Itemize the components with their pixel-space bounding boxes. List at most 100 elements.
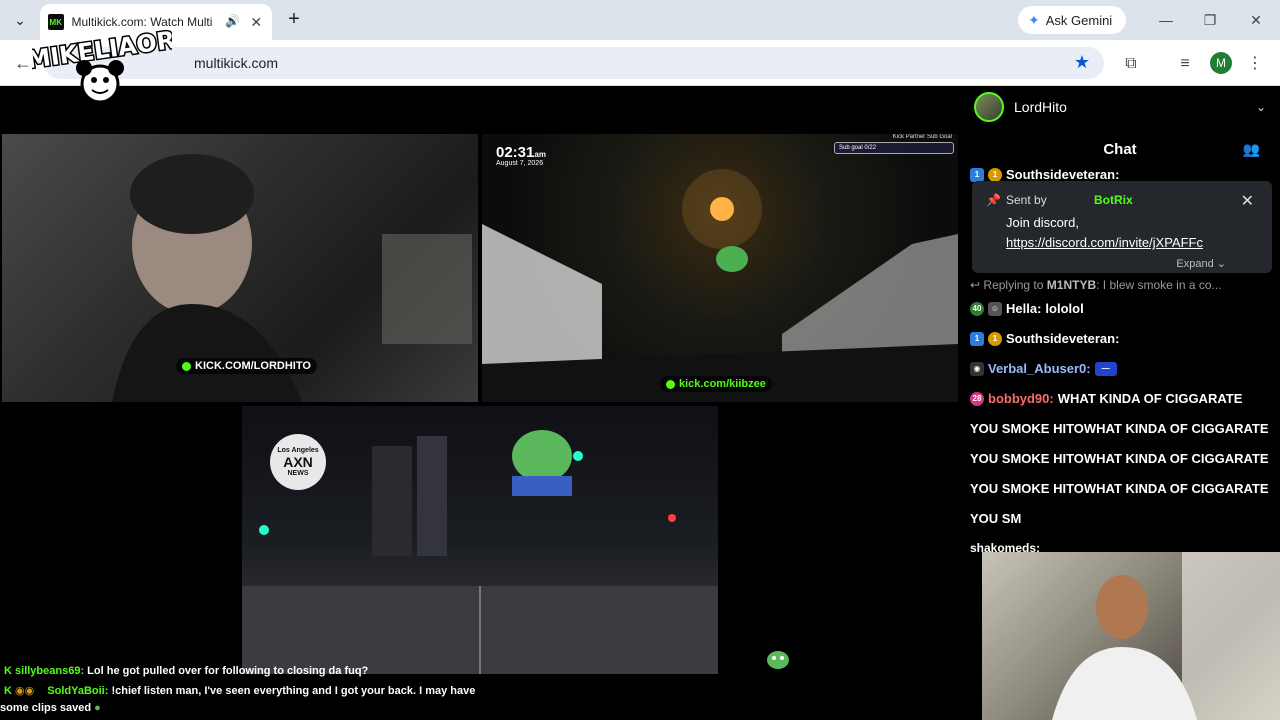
expand-label: Expand [1176,258,1214,270]
close-window-button[interactable]: ✕ [1242,8,1270,32]
chat-message: 1 1 Southsideveteran: [970,167,1119,182]
overlay-chat-username: sillybeans69: [15,665,85,677]
chat-message: 28 bobbyd90: WHAT KINDA OF CIGGARATE [970,391,1242,406]
pinned-username[interactable]: BotRix [1094,193,1133,207]
sub-badge-icon: 28 [970,391,984,406]
sub-goal-bar: Sub goal 0/22 [834,142,954,154]
emote-badge-icon: ☺ [988,301,1002,316]
chat-text-line: YOU SM [970,511,1022,526]
expand-button[interactable]: Expand ⌄ [1176,257,1226,270]
clock-time: 02:31 [496,144,535,161]
sub-badge-icon: 1 [970,167,984,182]
chat-message: ◉ Verbal_Abuser0: — [970,361,1117,376]
address-bar[interactable]: multikick.com ★ [44,47,1104,79]
ask-gemini-button[interactable]: ✦ Ask Gemini [1018,6,1126,34]
pinned-sent-by: Sent by [1006,193,1047,207]
more-menu-icon[interactable]: ⋮ [1244,53,1266,75]
extensions-icon[interactable]: ⧉ [1120,53,1142,75]
url-text[interactable]: multikick.com [194,55,278,71]
stream-date: August 7, 2026 [496,160,544,167]
chat-text-line: YOU SMOKE HITOWHAT KINDA OF CIGGARATE [970,481,1269,496]
overlay-chat-message: K sillybeans69: Lol he got pulled over f… [4,665,368,677]
overlay-chat-username: SoldYaBoii: [47,685,109,697]
profile-avatar[interactable]: M [1210,52,1232,74]
overlay-chat-text: !chief listen man, I've seen everything … [111,685,476,697]
gift-badge-icon: 1 [988,331,1002,346]
kick-channel-tag: KICK.COM/LORDHITO [176,358,317,374]
chat-text-line: YOU SMOKE HITOWHAT KINDA OF CIGGARATE [970,421,1269,436]
stream-video-kiibzee[interactable]: 02:31am August 7, 2026 Kick Partner Sub … [482,134,958,402]
browser-toolbar: ← multikick.com ★ ⧉ ≡ ⋮ [0,40,1280,86]
overlay-chat-message: K ◉◉ SoldYaBoii: !chief listen man, I've… [4,684,475,697]
pepe-emote-icon: ● [94,702,101,714]
sub-badge-icon: 40 [970,301,984,316]
gift-badge-icon: 1 [988,167,1002,182]
chat-title: Chat [1103,141,1137,158]
chat-username[interactable]: Southsideveteran: [1006,167,1119,182]
stream-clock: 02:31am [496,144,546,161]
reply-arrow-icon: ↩ [970,278,981,292]
kick-channel-tag: kick.com/kiibzee [660,376,772,392]
chat-username[interactable]: Verbal_Abuser0: [988,361,1091,376]
ask-gemini-label: Ask Gemini [1045,12,1113,28]
bookmark-star-icon[interactable]: ★ [1074,52,1090,73]
badges-icon: ◉◉ [15,685,35,697]
media-controls-icon[interactable]: ≡ [1174,53,1196,75]
close-icon[interactable]: ✕ [1241,191,1254,211]
chevron-down-icon[interactable]: ⌄ [1256,100,1266,114]
night-drive-scene-icon [482,169,958,402]
channel-header[interactable]: LordHito ⌄ [960,87,1280,127]
overlay-chat-text: Lol he got pulled over for following to … [87,665,369,677]
users-icon[interactable]: 👥 [1243,141,1260,158]
overlay-chat-message: some clips saved ● [0,702,101,714]
user-avatar-icon: ◉ [970,361,984,376]
sub-badge-icon: 1 [970,331,984,346]
mikeliaor-logo-icon: MIKELIAOR [32,24,172,104]
kick-logo-icon: K [4,665,12,677]
chat-username[interactable]: bobbyd90: [988,391,1054,406]
overlay-chat-text: some clips saved [0,702,92,714]
kick-channel-tag-text: KICK.COM/LORDHITO [195,360,311,372]
reply-text: : I blew smoke in a co... [1096,278,1222,292]
pinned-message: 📌 Sent by BotRix ✕ Join discord, https:/… [972,181,1272,273]
pepe-emote-icon [767,651,789,669]
channel-name: LordHito [1014,99,1067,115]
tab-bar: ⌄ MK Multikick.com: Watch Multi 🔊 ✕ + ✦ … [0,0,1280,40]
axn-news-logo-icon: Los Angeles AXN NEWS [270,434,326,490]
chat-text: WHAT KINDA OF CIGGARATE [1057,391,1243,406]
flag-emote-icon: — [1094,361,1117,376]
minimize-button[interactable]: — [1152,8,1180,32]
pinned-link[interactable]: https://discord.com/invite/jXPAFFc [1006,235,1203,250]
kick-logo-icon [182,361,191,371]
stream-video-axn-news[interactable]: Los Angeles AXN NEWS [242,406,718,674]
webcam-overlay [982,552,1280,720]
pinned-text: Join discord, [1006,215,1079,230]
kick-logo-icon [666,379,675,389]
chat-username[interactable]: Southsideveteran: [1006,331,1119,346]
news-logo-top: Los Angeles [277,447,319,454]
gemini-sparkle-icon: ✦ [1028,11,1040,28]
new-tab-button[interactable]: + [282,8,306,32]
news-logo-mid: AXN [283,454,313,470]
sub-goal-title: Kick Partner Sub Goal [892,134,952,140]
chat-username[interactable]: Hella: [1006,301,1041,316]
kick-channel-tag-text: kick.com/kiibzee [679,378,766,390]
clock-ampm: am [534,150,546,159]
close-tab-icon[interactable]: ✕ [248,14,264,30]
reply-username: M1NTYB [1046,278,1097,292]
stream-video-lordhito[interactable]: KICK.COM/LORDHITO [2,134,478,402]
speaker-icon[interactable]: 🔊 [225,14,241,30]
news-logo-bottom: NEWS [287,470,309,477]
reply-prefix: Replying to [983,278,1044,292]
restore-button[interactable]: ❐ [1196,8,1224,32]
pin-icon: 📌 [986,193,1001,207]
chat-message: 1 1 Southsideveteran: [970,331,1119,346]
tab-search-button[interactable]: ⌄ [8,8,32,32]
chat-text: lololol [1045,301,1084,316]
webcam-person-icon [1052,552,1280,720]
reply-context[interactable]: ↩ Replying to M1NTYB: I blew smoke in a … [970,278,1222,292]
kick-logo-icon: K [4,685,12,697]
chat-text-line: YOU SMOKE HITOWHAT KINDA OF CIGGARATE [970,451,1269,466]
chat-message: 40 ☺ Hella: lololol [970,301,1084,316]
channel-avatar [974,92,1004,122]
